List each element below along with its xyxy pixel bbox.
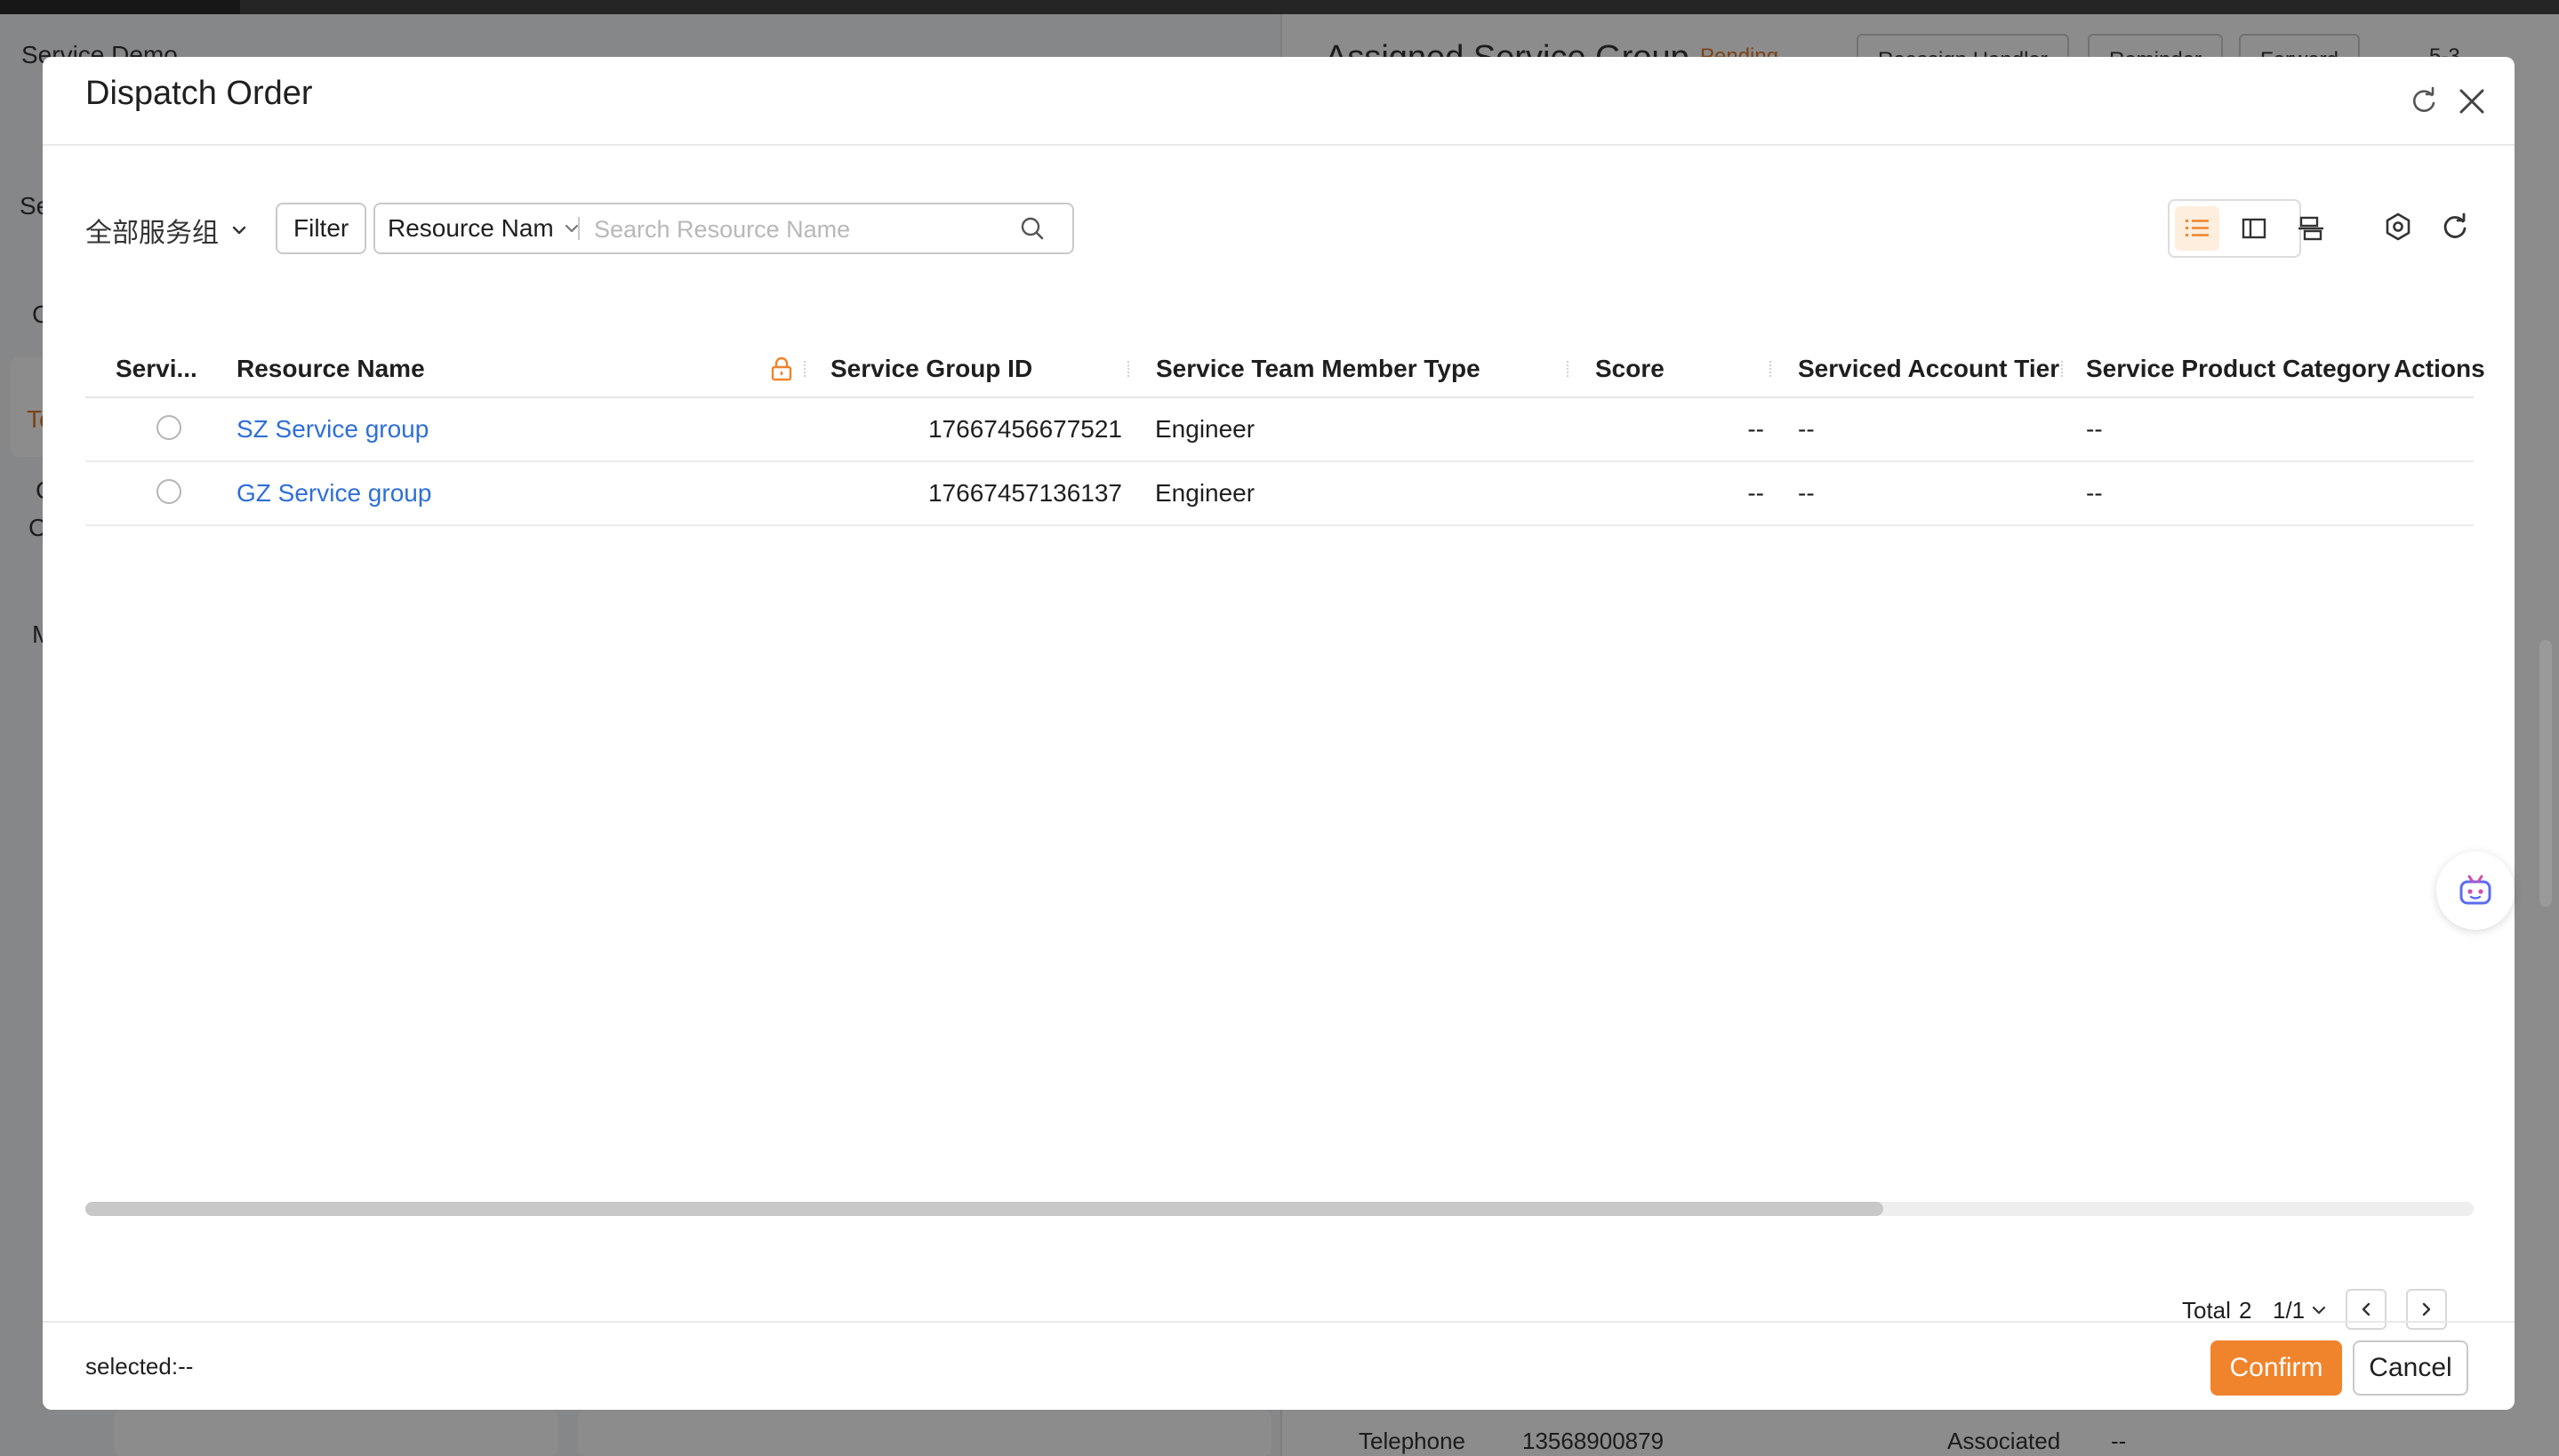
resource-table: Servi... Resource Name Service Group ID … xyxy=(85,341,2485,526)
resource-name-link[interactable]: SZ Service group xyxy=(237,398,429,460)
settings-icon[interactable] xyxy=(2376,204,2420,249)
view-switcher xyxy=(2168,199,2323,258)
reload-icon[interactable] xyxy=(2433,204,2477,249)
dispatch-order-modal: Dispatch Order 全部服务组 Filter Resource Nam xyxy=(43,57,2515,1410)
tier-cell: -- xyxy=(1798,415,1815,443)
column-header[interactable]: Servi... xyxy=(116,341,197,396)
column-resize-handle[interactable] xyxy=(804,361,807,377)
cancel-button[interactable]: Cancel xyxy=(2353,1340,2468,1396)
modal-header: Dispatch Order xyxy=(43,57,2515,146)
page-scrollbar[interactable] xyxy=(2539,640,2552,907)
chevron-left-icon xyxy=(2362,1302,2370,1316)
filter-button[interactable]: Filter xyxy=(276,203,367,254)
search-field-select[interactable]: Resource Nam xyxy=(388,204,581,252)
search-icon[interactable] xyxy=(1019,215,1046,242)
split-view-icon[interactable] xyxy=(2232,206,2276,251)
score-cell: -- xyxy=(1747,479,1764,507)
column-resize-handle[interactable] xyxy=(1769,361,1773,377)
service-group-select-value: 全部服务组 xyxy=(85,219,219,248)
table-horizontal-scrollbar[interactable] xyxy=(85,1202,2474,1216)
chevron-right-icon xyxy=(2422,1302,2431,1316)
search-divider xyxy=(578,217,580,240)
group-id-cell: 17667456677521 xyxy=(927,415,1122,443)
category-cell: -- xyxy=(2086,415,2103,443)
table-row[interactable]: GZ Service group 17667457136137 Engineer… xyxy=(85,462,2474,526)
lock-icon[interactable] xyxy=(768,356,795,382)
row-radio[interactable] xyxy=(156,479,181,504)
list-view-icon[interactable] xyxy=(2175,206,2219,251)
modal-title: Dispatch Order xyxy=(85,75,313,112)
table-header: Servi... Resource Name Service Group ID … xyxy=(85,341,2485,398)
confirm-button[interactable]: Confirm xyxy=(2210,1340,2342,1396)
column-header[interactable]: Score xyxy=(1595,341,1665,396)
service-group-select[interactable]: 全部服务组 xyxy=(85,204,249,256)
tier-cell: -- xyxy=(1798,479,1815,507)
search-input[interactable] xyxy=(592,208,978,251)
category-cell: -- xyxy=(2086,479,2103,507)
modal-footer: selected:-- Confirm Cancel xyxy=(43,1321,2515,1410)
row-radio[interactable] xyxy=(156,415,181,440)
resource-name-link[interactable]: GZ Service group xyxy=(237,462,431,524)
member-type-cell: Engineer xyxy=(1155,479,1255,507)
column-header[interactable]: Actions xyxy=(2394,341,2485,396)
column-resize-handle[interactable] xyxy=(1567,361,1570,377)
column-header[interactable]: Service Team Member Type xyxy=(1156,341,1480,396)
chevron-down-icon xyxy=(232,226,246,235)
column-header[interactable]: Service Group ID xyxy=(830,341,1032,396)
table-row[interactable]: SZ Service group 17667456677521 Engineer… xyxy=(85,398,2474,462)
member-type-cell: Engineer xyxy=(1155,415,1255,443)
selected-summary: selected:-- xyxy=(85,1353,194,1380)
group-id-cell: 17667457136137 xyxy=(927,479,1122,507)
chevron-down-icon xyxy=(2313,1306,2326,1315)
column-header[interactable]: Resource Name xyxy=(237,341,425,396)
refresh-icon[interactable] xyxy=(2406,84,2442,119)
search-field-value: Resource Nam xyxy=(388,214,554,242)
scrollbar-thumb[interactable] xyxy=(85,1202,1883,1216)
search-group: Resource Nam xyxy=(373,203,1074,254)
column-header[interactable]: Service Product Category xyxy=(2086,341,2390,396)
column-resize-handle[interactable] xyxy=(2061,361,2065,377)
close-icon[interactable] xyxy=(2454,84,2490,119)
assistant-bot-icon[interactable] xyxy=(2436,852,2515,930)
column-resize-handle[interactable] xyxy=(1127,361,1131,377)
column-header[interactable]: Serviced Account Tier xyxy=(1798,341,2059,396)
card-view-icon[interactable] xyxy=(2289,206,2333,251)
score-cell: -- xyxy=(1747,415,1764,443)
